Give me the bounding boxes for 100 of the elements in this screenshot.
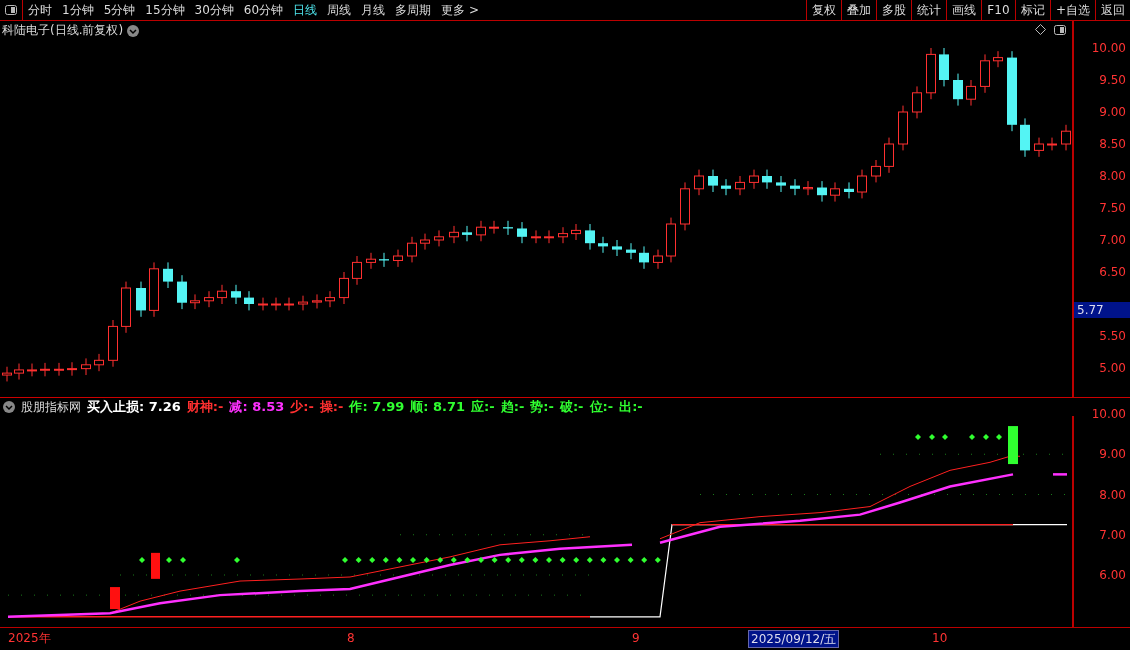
axis-label: 10.00: [1091, 407, 1126, 421]
axis-label: 7.00: [1099, 233, 1126, 247]
candle: [217, 284, 227, 305]
candle: [462, 225, 472, 242]
candle: [585, 223, 595, 251]
indicator-name: 股朋指标网: [21, 398, 81, 416]
period-tab[interactable]: 1分钟: [57, 1, 99, 19]
date-label: 2025年: [7, 630, 52, 646]
candle: [871, 159, 881, 183]
candle: [531, 229, 541, 244]
candle: [258, 297, 268, 311]
candle: [177, 274, 187, 310]
candle: [190, 293, 200, 310]
candle: [244, 290, 254, 311]
candle: [598, 236, 608, 254]
candle: [857, 169, 867, 199]
candle: [844, 181, 854, 199]
panel-toggle-icon[interactable]: [1054, 24, 1066, 35]
candle: [1020, 117, 1030, 158]
candle: [830, 181, 840, 203]
axis-label: 6.50: [1099, 265, 1126, 279]
period-tab[interactable]: 60分钟: [238, 1, 289, 19]
axis-label: 8.00: [1099, 487, 1126, 502]
candle: [503, 220, 513, 236]
candle: [163, 261, 173, 289]
candle: [544, 229, 554, 244]
candle: [476, 220, 486, 242]
candle: [926, 47, 936, 100]
axis-label: 9.00: [1099, 447, 1126, 462]
candle: [980, 53, 990, 94]
candle: [558, 226, 568, 244]
candle: [626, 242, 636, 260]
candle: [40, 362, 50, 377]
axis-label: 8.00: [1099, 169, 1126, 183]
toolbar-button[interactable]: 多股: [875, 0, 911, 20]
date-label: 10: [931, 630, 949, 646]
axis-label: 7.00: [1099, 527, 1126, 542]
candle: [817, 180, 827, 203]
period-tab[interactable]: 日线: [288, 1, 323, 19]
candle: [517, 221, 527, 244]
current-price-label: 5.77: [1074, 302, 1130, 318]
candle: [776, 175, 786, 193]
candle: [735, 175, 745, 196]
period-tab[interactable]: 30分钟: [189, 1, 239, 19]
candle: [407, 236, 417, 263]
candle: [393, 249, 403, 268]
candle: [680, 181, 690, 231]
indicator-value: 财神:-: [186, 398, 224, 416]
candle: [449, 225, 459, 244]
period-tab[interactable]: 5分钟: [98, 1, 141, 19]
candle: [27, 363, 37, 377]
chevron-down-icon[interactable]: [127, 24, 140, 37]
period-tab[interactable]: 15分钟: [140, 1, 190, 19]
toolbar-button[interactable]: 叠加: [840, 0, 876, 20]
period-tab[interactable]: 更多 >: [436, 1, 484, 19]
toolbar-button[interactable]: 标记: [1014, 0, 1050, 20]
candle: [884, 137, 894, 174]
period-tab[interactable]: 分时: [23, 1, 57, 19]
candle: [653, 249, 663, 270]
candle: [325, 290, 335, 308]
candle: [204, 290, 214, 308]
candle: [708, 169, 718, 193]
period-tab[interactable]: 月线: [356, 1, 391, 19]
indicator-value: 趋:-: [500, 398, 525, 416]
toolbar-button[interactable]: +自选: [1049, 0, 1095, 20]
candle: [81, 357, 91, 376]
candle: [898, 105, 908, 151]
toolbar-button[interactable]: 返回: [1095, 0, 1130, 20]
toolbar-button[interactable]: 统计: [910, 0, 946, 20]
indicator-value: 位:-: [589, 398, 614, 416]
date-label: 9: [631, 630, 641, 646]
candle: [803, 180, 813, 196]
candle: [54, 362, 64, 377]
candle: [666, 217, 676, 263]
candle: [271, 297, 281, 311]
period-tab[interactable]: 多周期: [390, 1, 437, 19]
candle: [993, 50, 1003, 68]
candle: [749, 169, 759, 190]
candle: [108, 319, 118, 368]
candle: [352, 255, 362, 286]
indicator-value: 作: 7.99: [349, 398, 405, 416]
candle: [721, 178, 731, 196]
candle: [2, 366, 12, 382]
axis-label: 7.50: [1099, 201, 1126, 215]
chevron-down-icon[interactable]: [3, 401, 15, 413]
axis-label: 9.00: [1099, 105, 1126, 119]
candle: [379, 252, 389, 268]
candle: [694, 169, 704, 196]
toolbar-button[interactable]: F10: [980, 0, 1015, 20]
indicator-value: 破:-: [559, 398, 584, 416]
axis-label: 5.00: [1099, 361, 1126, 375]
indicator-value: 势:-: [530, 398, 554, 416]
candle: [639, 245, 649, 270]
diamond-icon[interactable]: [1035, 24, 1046, 35]
panel-toggle-icon[interactable]: [5, 5, 17, 15]
toolbar-button[interactable]: 画线: [945, 0, 981, 20]
indicator-value: 买入止损: 7.26: [87, 398, 181, 416]
period-tab[interactable]: 周线: [322, 1, 357, 19]
indicator-value: 出:-: [619, 398, 643, 416]
toolbar-button[interactable]: 复权: [805, 0, 841, 20]
